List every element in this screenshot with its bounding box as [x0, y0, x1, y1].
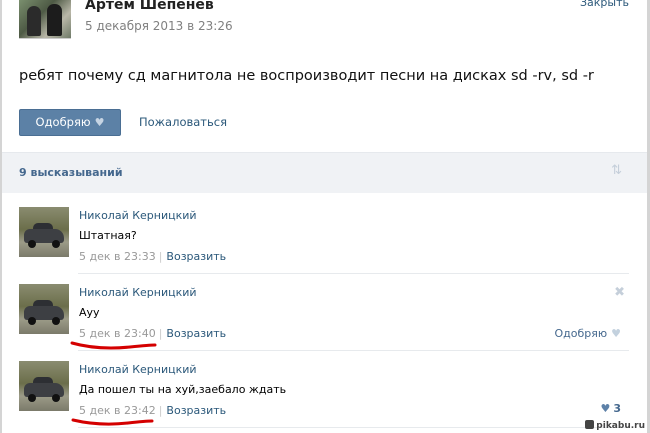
annotation-layer: [70, 341, 157, 426]
red-underline-annotation: [71, 418, 154, 426]
red-underline-annotation: [70, 341, 157, 350]
watermark: pikabu.ru: [585, 420, 645, 431]
watermark-text: pikabu.ru: [596, 421, 645, 431]
watermark-logo-icon: [585, 420, 595, 429]
